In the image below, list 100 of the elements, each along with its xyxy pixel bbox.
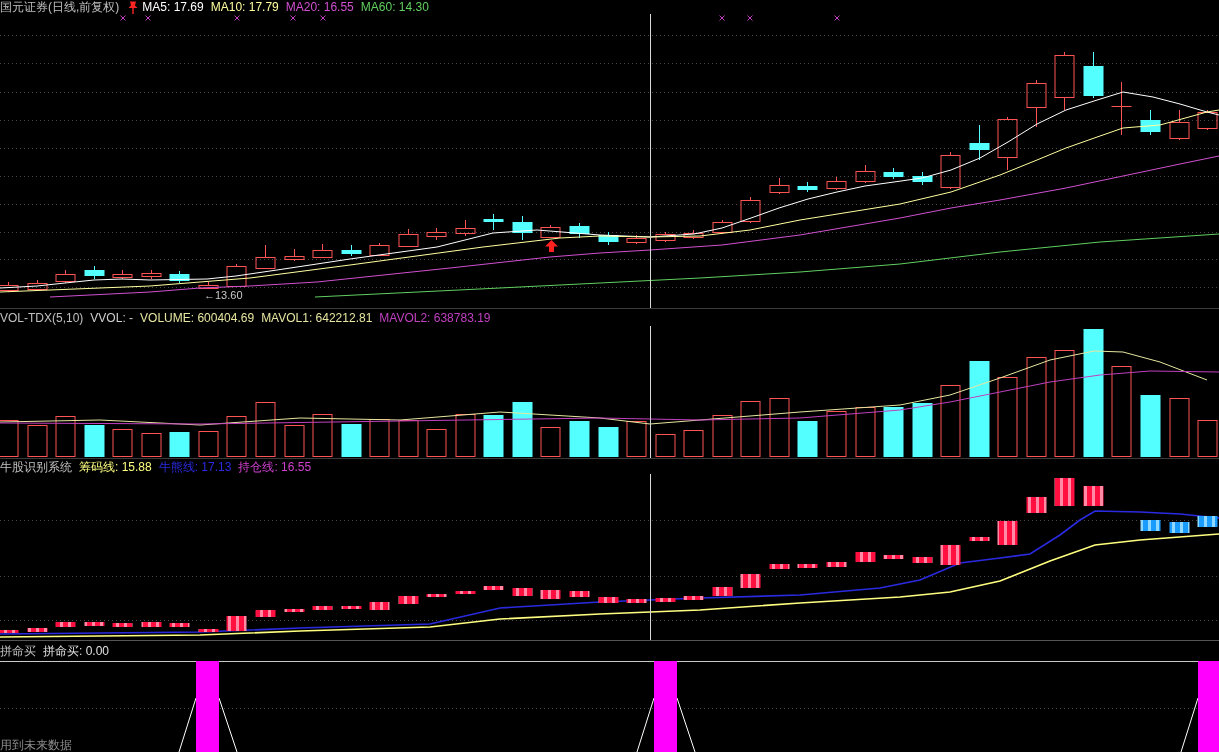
candlestick (540, 224, 561, 239)
volume-bar (84, 425, 105, 457)
cross-mark-icon (747, 15, 753, 21)
candlestick (712, 219, 733, 235)
volume-bar (912, 403, 933, 457)
volume-bar (683, 430, 704, 457)
candlestick (769, 177, 790, 195)
volume-bar (27, 425, 48, 457)
chart-title: 牛股识别系统 (0, 459, 72, 474)
candlestick (198, 281, 219, 290)
indicator-bar (683, 596, 704, 600)
volume-bar (55, 416, 76, 457)
volume-bar (740, 401, 761, 457)
candlestick (969, 124, 990, 161)
candlestick (284, 248, 305, 262)
indicator-reading: MAVOL2: 638783.19 (379, 310, 491, 325)
indicator-bar (626, 599, 647, 603)
volume-bar (284, 425, 305, 457)
volume-bar (369, 419, 390, 457)
candlestick (626, 234, 647, 245)
indicator-bar (1083, 486, 1104, 506)
indicator-bar (27, 628, 48, 632)
indicator-reading: VVOL: - (90, 310, 134, 325)
indicator-bar (0, 630, 19, 633)
indicator-bar (740, 574, 761, 588)
volume-bar (255, 402, 276, 457)
candlestick (84, 265, 105, 280)
indicator-bar (883, 555, 904, 559)
indicator-bar (226, 616, 247, 631)
indicator-bar (1197, 516, 1218, 527)
indicator-reading: VOLUME: 600404.69 (140, 310, 255, 325)
volume-bar (312, 414, 333, 457)
indicator-bar (455, 591, 476, 594)
candlestick (1026, 79, 1047, 128)
candlestick (655, 231, 676, 243)
volume-bar (826, 411, 847, 457)
indicator-bar (797, 564, 818, 568)
volume-bar (455, 414, 476, 457)
indicator-reading: 拼命买: 0.00 (43, 644, 110, 658)
candlestick (855, 164, 876, 184)
volume-bar (626, 421, 647, 457)
volume-bar (169, 432, 190, 457)
candlestick (141, 269, 162, 280)
candlestick (797, 181, 818, 193)
up-arrow-icon (545, 240, 558, 252)
candlestick (1111, 81, 1132, 136)
indicator-bar (912, 557, 933, 563)
indicator-bar (655, 598, 676, 602)
diagonal-line (676, 697, 696, 752)
volume-bar (883, 407, 904, 457)
chart-title: 国元证券(日线,前复权) (0, 0, 120, 14)
candlestick (398, 228, 419, 248)
candlestick (912, 171, 933, 186)
indicator-bar (55, 622, 76, 627)
indicator-bar (369, 602, 390, 610)
indicator-bar (483, 586, 504, 590)
candlestick (512, 215, 533, 241)
volume-bar (712, 415, 733, 457)
indicator-bar (1026, 497, 1047, 513)
candlestick (883, 167, 904, 180)
indicator-reading: 筹码线: 15.88 (79, 459, 152, 474)
indicator-bar (712, 587, 733, 596)
candlestick (369, 242, 390, 257)
indicator-bar (826, 562, 847, 567)
volume-bar (398, 420, 419, 457)
indicator-reading: MA20: 16.55 (285, 0, 354, 14)
candlestick (683, 229, 704, 240)
candlestick (598, 231, 619, 246)
volume-bar (141, 433, 162, 457)
indicator-bar (855, 552, 876, 562)
note-text: 用到未来数据 (0, 738, 72, 752)
volume-bar (1169, 398, 1190, 457)
candlestick (1083, 51, 1104, 99)
indicator-bar (969, 537, 990, 541)
volume-bar (797, 421, 818, 457)
indicator-bar (512, 588, 533, 596)
pin-icon (128, 0, 139, 14)
candlestick (312, 243, 333, 259)
indicator-bar (141, 622, 162, 627)
indicator-bar (255, 610, 276, 617)
diagonal-line (178, 697, 197, 752)
candlestick (940, 151, 961, 190)
candlestick (226, 263, 247, 288)
volume-bar (1140, 395, 1161, 457)
cross-mark-icon (290, 15, 296, 21)
cross-mark-icon (834, 15, 840, 21)
candlestick (55, 269, 76, 284)
volume-bar (426, 429, 447, 457)
volume-bar (112, 429, 133, 457)
indicator-reading: MA5: 17.69 (142, 0, 204, 14)
candlestick (1197, 109, 1218, 131)
candlestick (569, 222, 590, 239)
indicator-bar (598, 597, 619, 603)
indicator-bar (569, 591, 590, 597)
indicator-bar (540, 590, 561, 599)
indicator-bar (940, 545, 961, 565)
indicator-bar (769, 564, 790, 569)
indicator-bar (341, 606, 362, 609)
volume-bar (569, 421, 590, 457)
volume-bar (0, 420, 19, 457)
